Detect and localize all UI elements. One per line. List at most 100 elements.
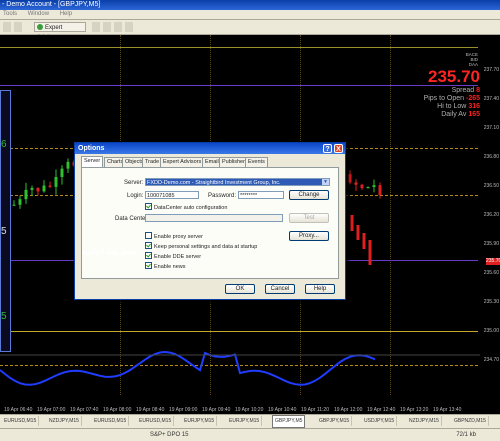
candle-body <box>60 168 64 177</box>
new-order-icon[interactable] <box>3 22 11 32</box>
options-dialog: Options ? X Server Charts Objects Trade … <box>74 142 346 300</box>
menu-bar: Tools Window Help <box>0 10 500 20</box>
keep-personal-checkbox[interactable]: Keep personal settings and data at start… <box>145 242 257 251</box>
candle-body <box>18 199 22 205</box>
time-axis-label: 19 Apr 07:40 <box>70 407 99 413</box>
tab-events[interactable]: Events <box>245 157 268 167</box>
tab-publisher[interactable]: Publisher <box>219 157 248 167</box>
checkbox-checked-icon <box>145 262 152 269</box>
help-button[interactable]: Help <box>305 284 335 294</box>
ok-button[interactable]: OK <box>225 284 255 294</box>
price-axis-label: 235.30 <box>483 299 499 305</box>
toolbar: Expert Advisors <box>0 20 500 41</box>
chart-tab[interactable]: GBPJPY,M5 <box>272 415 306 428</box>
toolbar-icon-1[interactable] <box>92 22 100 32</box>
checkbox-checked-icon <box>145 242 152 249</box>
left-panel: 6 5 5 <box>0 90 11 352</box>
candle-body <box>368 240 372 265</box>
chart-tab[interactable]: GBPJPY,M15 <box>317 416 353 426</box>
password-input[interactable]: ******** <box>238 191 284 199</box>
candle-body <box>12 204 16 206</box>
enable-news-checkbox[interactable]: Enable news <box>145 262 186 271</box>
chart-tab[interactable]: EURUSD,M15 <box>137 416 175 426</box>
candle-body <box>354 182 358 185</box>
dialog-close-button[interactable]: X <box>334 144 343 153</box>
server-label: Server: <box>124 180 144 186</box>
tab-server[interactable]: Server <box>81 156 104 167</box>
server-value: FXDD-Demo.com - Straightbird Investment … <box>147 180 281 186</box>
candle-body <box>362 233 366 249</box>
price-axis-label: 235.60 <box>483 270 499 276</box>
candle-body <box>24 189 28 200</box>
chart-tab[interactable]: EURUSD,M15 <box>92 416 130 426</box>
chart-tab[interactable]: USDJPY,M15 <box>362 416 398 426</box>
expert-advisors-button[interactable]: Expert Advisors <box>34 22 86 41</box>
time-axis-label: 19 Apr 08:00 <box>103 407 132 413</box>
price-axis-label: 237.10 <box>483 125 499 131</box>
server-select[interactable]: FXDD-Demo.com - Straightbird Investment … <box>145 178 330 186</box>
price-axis-label: 236.80 <box>483 154 499 160</box>
datacenter-auto-checkbox[interactable]: DataCenter auto configuration <box>145 203 227 212</box>
candle-body <box>372 185 376 188</box>
menu-help[interactable]: Help <box>60 11 72 17</box>
time-axis-label: 19 Apr 12:00 <box>334 407 363 413</box>
chart-tabs: EURUSD,M15 NZDJPY,M15 EURUSD,M15 EURUSD,M15… <box>0 414 500 428</box>
chart-tab[interactable]: EURUSD,M15 <box>2 416 40 426</box>
price-info-panel: BACE BID DAA 235.70 Spread 8 Pips to Ope… <box>390 52 480 119</box>
chart-tab[interactable]: NZDJPY,M15 <box>47 416 82 426</box>
chart-tab[interactable]: EURJPY,M15 <box>227 416 263 426</box>
time-axis-label: 19 Apr 12:40 <box>367 407 396 413</box>
candle-body <box>360 184 364 189</box>
hi-to-low-row: Hi to Low 316 <box>437 103 480 110</box>
toolbar-icon-3[interactable] <box>114 22 122 32</box>
chart-tab[interactable]: NZDJPY,M15 <box>407 416 442 426</box>
current-price: 235.70 <box>428 67 480 86</box>
test-button[interactable]: Test <box>289 213 329 223</box>
chart-tab[interactable]: EURJPY,M15 <box>182 416 218 426</box>
login-input[interactable]: 100071085 <box>145 191 199 199</box>
time-axis-label: 19 Apr 13:20 <box>400 407 429 413</box>
window-title-bar: - Demo Account - [GBPJPY,M5] <box>0 0 500 10</box>
price-axis-label: 234.70 <box>483 357 499 363</box>
toolbar-icon-4[interactable] <box>125 22 133 32</box>
candle-body <box>36 187 40 192</box>
dialog-title-bar: Options ? X <box>75 143 345 154</box>
expert-advisors-icon <box>37 24 43 30</box>
enable-proxy-checkbox[interactable]: Enable proxy server <box>145 232 203 241</box>
change-button[interactable]: Change <box>289 190 329 200</box>
candle-body <box>48 185 52 187</box>
datacenter-label: Data Center: <box>115 216 150 222</box>
dialog-help-button[interactable]: ? <box>323 144 332 153</box>
proxy-button[interactable]: Proxy... <box>289 231 329 241</box>
price-axis-label: 236.20 <box>483 212 499 218</box>
candle-body <box>356 225 360 240</box>
tab-expert-advisors[interactable]: Expert Advisors <box>160 157 205 167</box>
window-title: - Demo Account - [GBPJPY,M5] <box>2 1 101 8</box>
login-label: Login: <box>127 193 144 199</box>
candle-body <box>42 185 46 192</box>
time-axis-label: 19 Apr 06:40 <box>4 407 33 413</box>
price-axis-label: 237.70 <box>483 67 499 73</box>
checkbox-checked-icon <box>145 203 152 210</box>
time-axis-label: 19 Apr 09:40 <box>202 407 231 413</box>
indicator-line <box>0 350 376 386</box>
chart-tab[interactable]: GBPNZD,M15 <box>452 416 489 426</box>
time-axis-label: 19 Apr 10:20 <box>235 407 264 413</box>
daily-av-row: Daily Av 165 <box>441 111 480 118</box>
time-axis-label: 19 Apr 08:40 <box>136 407 165 413</box>
chart-icon[interactable] <box>14 22 22 32</box>
enable-dde-checkbox[interactable]: Enable DDE server <box>145 252 201 261</box>
checkbox-checked-icon <box>145 252 152 259</box>
time-axis-label: 19 Apr 13:40 <box>433 407 462 413</box>
price-axis-label: 235.90 <box>483 241 499 247</box>
password-label: Password: <box>208 193 237 199</box>
price-axis-label: 237.40 <box>483 96 499 102</box>
chevron-down-icon[interactable]: ▼ <box>322 179 329 185</box>
current-price-tag: 235.70 <box>486 258 500 265</box>
cancel-button[interactable]: Cancel <box>265 284 295 294</box>
menu-window[interactable]: Window <box>28 11 49 17</box>
candle-body <box>348 174 352 183</box>
menu-tools[interactable]: Tools <box>3 11 17 17</box>
toolbar-icon-2[interactable] <box>103 22 111 32</box>
datacenter-input[interactable] <box>145 214 283 222</box>
